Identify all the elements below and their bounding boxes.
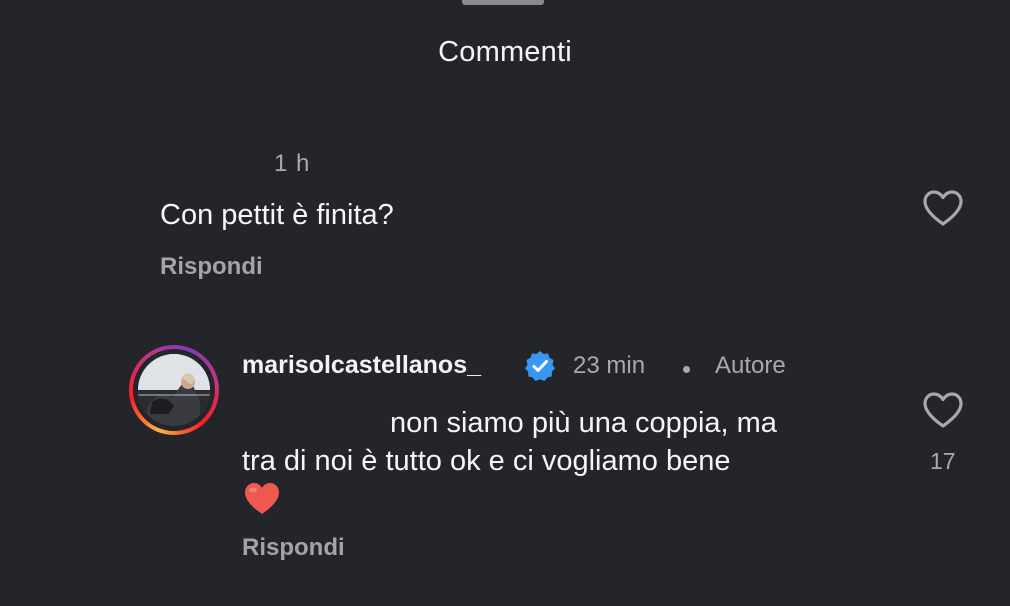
comments-sheet: Commenti 1 h Con pettit è finita? Rispon…	[0, 0, 1010, 606]
reply-button[interactable]: Rispondi	[160, 253, 263, 281]
avatar-photo	[138, 354, 210, 426]
like-count: 17	[930, 448, 956, 474]
avatar	[138, 354, 210, 426]
reply-button[interactable]: Rispondi	[242, 534, 345, 562]
avatar-story-ring[interactable]	[129, 345, 219, 435]
heart-outline-icon	[923, 392, 963, 428]
comment-text-line: non siamo più una coppia, ma	[390, 407, 777, 439]
comment-text-line: tra di noi è tutto ok e ci vogliamo bene	[242, 445, 731, 477]
separator-dot	[683, 366, 690, 373]
like-button[interactable]	[921, 390, 965, 430]
sheet-drag-handle[interactable]	[462, 0, 544, 5]
sheet-title: Commenti	[438, 36, 572, 68]
like-button[interactable]	[921, 188, 965, 228]
comment-timestamp: 23 min	[573, 352, 646, 379]
comment-text: Con pettit è finita?	[160, 199, 394, 231]
verified-badge-icon	[523, 349, 557, 383]
author-badge: Autore	[715, 352, 786, 379]
red-heart-emoji-icon	[242, 480, 282, 516]
heart-outline-icon	[923, 190, 963, 226]
avatar-ring-gap	[133, 349, 215, 431]
comment-timestamp: 1 h	[274, 150, 311, 177]
comment-username[interactable]: marisolcastellanos_	[242, 351, 481, 380]
